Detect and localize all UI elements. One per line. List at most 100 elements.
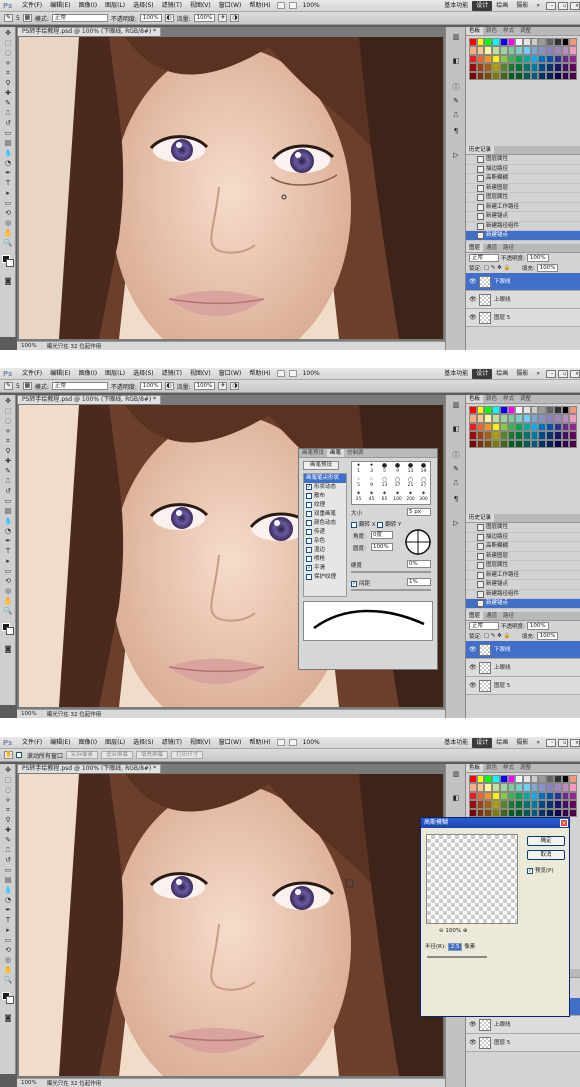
color-swatch[interactable] [515,38,523,47]
color-swatch[interactable] [507,46,516,55]
radius-input[interactable]: 2.5 [447,943,463,951]
tab-styles[interactable]: 样式 [500,27,517,35]
pen-tool-icon[interactable]: ✒ [3,906,13,915]
brush-section[interactable]: ✓ 平滑 [304,564,346,573]
color-swatch[interactable] [538,71,547,80]
eyedropper-tool-icon[interactable]: ⚲ [3,816,13,825]
zoom-tool-icon[interactable]: 🔍 [3,976,13,985]
lasso-tool-icon[interactable]: ◌ [3,417,13,426]
color-swatch[interactable] [499,414,508,423]
clone-stamp-tool-icon[interactable]: ⎍ [3,477,13,486]
zoom-level[interactable]: 100% [299,0,324,12]
color-swatch[interactable] [523,439,531,448]
color-swatch[interactable] [538,808,547,817]
color-swatch[interactable] [492,414,500,423]
dock-histogram-icon[interactable]: ▥ [451,33,461,42]
color-swatch[interactable] [561,414,570,423]
color-swatch[interactable] [469,46,477,55]
color-swatch[interactable] [569,431,577,440]
color-swatch[interactable] [569,71,577,80]
color-swatch[interactable] [507,422,516,432]
color-swatch[interactable] [499,800,508,809]
print-size-button[interactable]: 打印尺寸 [171,751,204,759]
menu-edit[interactable]: 编辑(E) [46,0,74,12]
color-swatch[interactable] [476,406,485,415]
brush-section[interactable]: 保护纹理 [304,573,346,582]
menu-view[interactable]: 视图(V) [186,368,215,380]
tab-brush-presets[interactable]: 画笔预设 [299,449,327,457]
color-swatch[interactable] [492,800,500,809]
menu-image[interactable]: 图像(I) [75,737,101,749]
color-swatch[interactable] [561,791,570,801]
color-swatch[interactable] [484,422,493,432]
color-swatch[interactable] [523,46,531,55]
color-swatch[interactable] [515,406,523,415]
menu-image[interactable]: 图像(I) [75,0,101,12]
color-swatch[interactable] [523,54,531,64]
menu-window[interactable]: 窗口(W) [215,737,246,749]
color-swatch[interactable] [492,46,500,55]
color-swatch[interactable] [530,422,539,432]
brush-section[interactable]: ✓ 形状动态 [304,483,346,492]
angle-roundness-widget[interactable] [403,527,433,557]
color-swatch[interactable] [546,431,554,440]
color-swatch[interactable] [499,808,508,817]
workspace-design[interactable]: 设计 [472,369,493,379]
workspace-photography[interactable]: 摄影 [512,0,532,12]
color-swatch[interactable] [492,775,500,784]
layer-row[interactable]: 👁 上眼线 [466,290,580,309]
dodge-tool-icon[interactable]: ◔ [3,896,13,905]
hand-tool-icon[interactable]: ✋ [3,966,13,975]
color-swatch[interactable] [523,71,531,80]
color-swatch[interactable] [523,808,531,817]
tab-swatches[interactable]: 色板 [466,27,484,35]
menu-file[interactable]: 文件(F) [18,368,46,380]
color-swatch[interactable] [469,808,477,817]
dock-brush-icon[interactable]: ✎ [451,465,461,474]
workspace-essentials[interactable]: 基本功能 [440,0,472,12]
color-swatch[interactable] [507,783,516,792]
color-swatch[interactable] [523,38,531,47]
dock-character-icon[interactable]: ¶ [451,127,461,136]
close-icon[interactable]: × [570,2,580,10]
color-swatch[interactable] [507,38,516,47]
history-item[interactable]: 新建锚点 [466,580,580,590]
eraser-tool-icon[interactable]: ▭ [3,129,13,138]
color-swatch[interactable] [561,808,570,817]
color-swatch[interactable] [476,63,485,72]
tab-adjustments[interactable]: 调整 [517,395,534,403]
airbrush-icon[interactable]: ✈ [218,14,228,22]
color-swatch[interactable] [538,783,547,792]
history-item[interactable]: 新建工作路径 [466,571,580,580]
blur-tool-icon[interactable]: 💧 [3,886,13,895]
color-swatch[interactable] [523,414,531,423]
color-swatch[interactable] [546,800,554,809]
lasso-tool-icon[interactable]: ◌ [3,786,13,795]
color-swatch[interactable] [476,439,485,448]
tab-color[interactable]: 颜色 [483,764,500,772]
color-swatch[interactable] [530,46,539,55]
color-swatch[interactable] [561,431,570,440]
color-swatch[interactable] [469,63,477,72]
menu-layer[interactable]: 图层(L) [101,737,129,749]
history-item[interactable]: 新建路径组件 [466,590,580,599]
blur-tool-icon[interactable]: 💧 [3,149,13,158]
color-swatch[interactable] [499,439,508,448]
tab-history[interactable]: 历史记录 [466,514,495,522]
scroll-all-windows-label[interactable]: 滚动所有窗口 [27,751,63,760]
history-item-selected[interactable]: 新建锚点 [466,599,580,609]
color-swatch[interactable] [561,406,570,415]
fill-screen-button[interactable]: 填充屏幕 [136,751,169,759]
color-swatch[interactable] [546,414,554,423]
mini-bridge-icon[interactable] [288,739,297,746]
color-swatch[interactable] [561,46,570,55]
color-swatch[interactable] [469,800,477,809]
color-swatch[interactable] [492,63,500,72]
color-swatch[interactable] [476,414,485,423]
checkbox-checked-icon[interactable]: ✓ [527,867,533,874]
tab-styles[interactable]: 样式 [500,764,517,772]
color-swatch[interactable] [507,808,516,817]
color-swatch[interactable] [530,406,539,415]
marquee-tool-icon[interactable]: ⬚ [3,407,13,416]
history-brush-tool-icon[interactable]: ↺ [3,856,13,865]
